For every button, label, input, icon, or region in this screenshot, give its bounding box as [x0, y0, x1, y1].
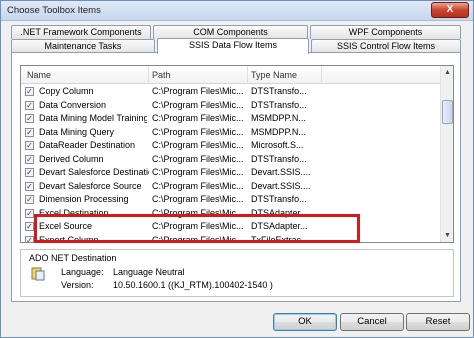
- row-checkbox[interactable]: ✓: [25, 208, 34, 218]
- row-path: C:\Program Files\Mic...: [152, 99, 244, 110]
- row-type-name: DTSTransfo...: [251, 86, 307, 96]
- grid-header: Name Path Type Name: [21, 66, 441, 84]
- column-divider[interactable]: [321, 66, 322, 84]
- tab-ssis-data-flow-items[interactable]: SSIS Data Flow Items: [157, 38, 309, 54]
- language-label: Language:: [61, 267, 104, 277]
- ok-button[interactable]: OK: [273, 313, 337, 331]
- tab-net-framework-components[interactable]: .NET Framework Components: [11, 25, 151, 39]
- info-item-name: ADO NET Destination: [29, 253, 117, 263]
- row-type-name: DTSTransfo...: [251, 194, 307, 204]
- title-bar: Choose Toolbox Items X: [1, 1, 473, 21]
- row-checkbox[interactable]: ✓: [25, 114, 34, 123]
- column-header-type-name[interactable]: Type Name: [251, 70, 297, 80]
- table-row[interactable]: ✓ Export Column C:\Program Files\Mic... …: [21, 234, 441, 243]
- row-type-name: MSMDPP.N...: [251, 113, 306, 123]
- column-header-path[interactable]: Path: [152, 70, 171, 80]
- row-type-name: MSMDPP.N...: [251, 126, 306, 137]
- row-type-name: DTSTransfo...: [251, 99, 307, 110]
- table-row[interactable]: ✓ Derived Column C:\Program Files\Mic...…: [21, 153, 441, 167]
- row-checkbox[interactable]: ✓: [25, 181, 34, 191]
- row-type-name: DTSAdapter...: [251, 221, 308, 231]
- row-name: Devart Salesforce Destination: [39, 167, 149, 177]
- row-path: C:\Program Files\Mic...: [152, 126, 244, 137]
- version-label: Version:: [61, 280, 94, 290]
- cancel-button[interactable]: Cancel: [340, 313, 404, 331]
- row-name: Data Conversion: [39, 99, 107, 110]
- language-value: Language Neutral: [113, 267, 185, 277]
- row-path: C:\Program Files\Mic...: [152, 234, 244, 243]
- table-row[interactable]: ✓ Excel Destination C:\Program Files\Mic…: [21, 207, 441, 221]
- row-name: Derived Column: [39, 153, 104, 164]
- item-info-box: ADO NET Destination Language: Language N…: [20, 249, 454, 297]
- component-icon: [31, 267, 45, 281]
- row-path: C:\Program Files\Mic...: [152, 153, 244, 164]
- table-row[interactable]: ✓ Devart Salesforce Destination C:\Progr…: [21, 166, 441, 180]
- row-checkbox[interactable]: ✓: [25, 87, 34, 96]
- row-checkbox[interactable]: ✓: [25, 100, 34, 110]
- window-title: Choose Toolbox Items: [7, 5, 101, 16]
- row-name: Export Column: [39, 234, 99, 243]
- tab-panel: Name Path Type Name ✓ Copy Column C:\Pro…: [11, 52, 461, 302]
- table-row[interactable]: ✓ Devart Salesforce Source C:\Program Fi…: [21, 180, 441, 194]
- row-path: C:\Program Files\Mic...: [152, 221, 244, 231]
- version-value: 10.50.1600.1 ((KJ_RTM).100402-1540 ): [113, 280, 273, 290]
- row-path: C:\Program Files\Mic...: [152, 113, 244, 123]
- column-divider[interactable]: [148, 66, 149, 84]
- row-type-name: DTSAdapter...: [251, 207, 308, 218]
- row-name: Excel Source: [39, 221, 93, 231]
- reset-button[interactable]: Reset: [406, 313, 470, 331]
- row-type-name: TxFileExtrac...: [251, 234, 309, 243]
- choose-toolbox-items-dialog: Choose Toolbox Items X .NET Framework Co…: [0, 0, 474, 338]
- row-name: Dimension Processing: [39, 194, 129, 204]
- row-path: C:\Program Files\Mic...: [152, 180, 244, 191]
- table-row[interactable]: ✓ DataReader Destination C:\Program File…: [21, 139, 441, 153]
- close-button[interactable]: X: [431, 2, 469, 18]
- row-name: Excel Destination: [39, 207, 109, 218]
- scroll-up-arrow-icon[interactable]: ▲: [441, 66, 453, 79]
- row-checkbox[interactable]: ✓: [25, 222, 34, 231]
- row-type-name: Microsoft.S...: [251, 140, 304, 150]
- row-name: DataReader Destination: [39, 140, 136, 150]
- table-row[interactable]: ✓ Data Mining Query C:\Program Files\Mic…: [21, 126, 441, 140]
- row-checkbox[interactable]: ✓: [25, 127, 34, 137]
- row-type-name: Devart.SSIS....: [251, 180, 311, 191]
- row-path: C:\Program Files\Mic...: [152, 86, 244, 96]
- tab-maintenance-tasks[interactable]: Maintenance Tasks: [11, 39, 155, 53]
- row-checkbox[interactable]: ✓: [25, 154, 34, 164]
- table-row[interactable]: ✓ Dimension Processing C:\Program Files\…: [21, 193, 441, 207]
- row-checkbox[interactable]: ✓: [25, 168, 34, 177]
- row-name: Copy Column: [39, 86, 94, 96]
- row-path: C:\Program Files\Mic...: [152, 167, 244, 177]
- items-grid: Name Path Type Name ✓ Copy Column C:\Pro…: [20, 65, 454, 243]
- row-checkbox[interactable]: ✓: [25, 195, 34, 204]
- row-name: Devart Salesforce Source: [39, 180, 142, 191]
- tab-wpf-components[interactable]: WPF Components: [310, 25, 461, 39]
- row-path: C:\Program Files\Mic...: [152, 140, 244, 150]
- table-row[interactable]: ✓ Data Mining Model Training C:\Program …: [21, 112, 441, 126]
- scrollbar-thumb[interactable]: [442, 100, 453, 124]
- row-type-name: Devart.SSIS....: [251, 167, 311, 177]
- tab-com-components[interactable]: COM Components: [153, 25, 308, 39]
- row-type-name: DTSTransfo...: [251, 153, 307, 164]
- scroll-down-arrow-icon[interactable]: ▼: [441, 229, 453, 242]
- table-row[interactable]: ✓ Excel Source C:\Program Files\Mic... D…: [21, 220, 441, 234]
- row-name: Data Mining Model Training: [39, 113, 147, 123]
- row-checkbox[interactable]: ✓: [25, 235, 34, 242]
- row-checkbox[interactable]: ✓: [25, 141, 34, 150]
- table-row[interactable]: ✓ Data Conversion C:\Program Files\Mic..…: [21, 99, 441, 113]
- row-path: C:\Program Files\Mic...: [152, 207, 244, 218]
- column-header-name[interactable]: Name: [27, 70, 51, 80]
- row-path: C:\Program Files\Mic...: [152, 194, 244, 204]
- tab-ssis-control-flow-items[interactable]: SSIS Control Flow Items: [311, 39, 461, 53]
- row-name: Data Mining Query: [39, 126, 115, 137]
- vertical-scrollbar[interactable]: ▲ ▼: [440, 66, 453, 242]
- table-row[interactable]: ✓ Copy Column C:\Program Files\Mic... DT…: [21, 85, 441, 99]
- column-divider[interactable]: [247, 66, 248, 84]
